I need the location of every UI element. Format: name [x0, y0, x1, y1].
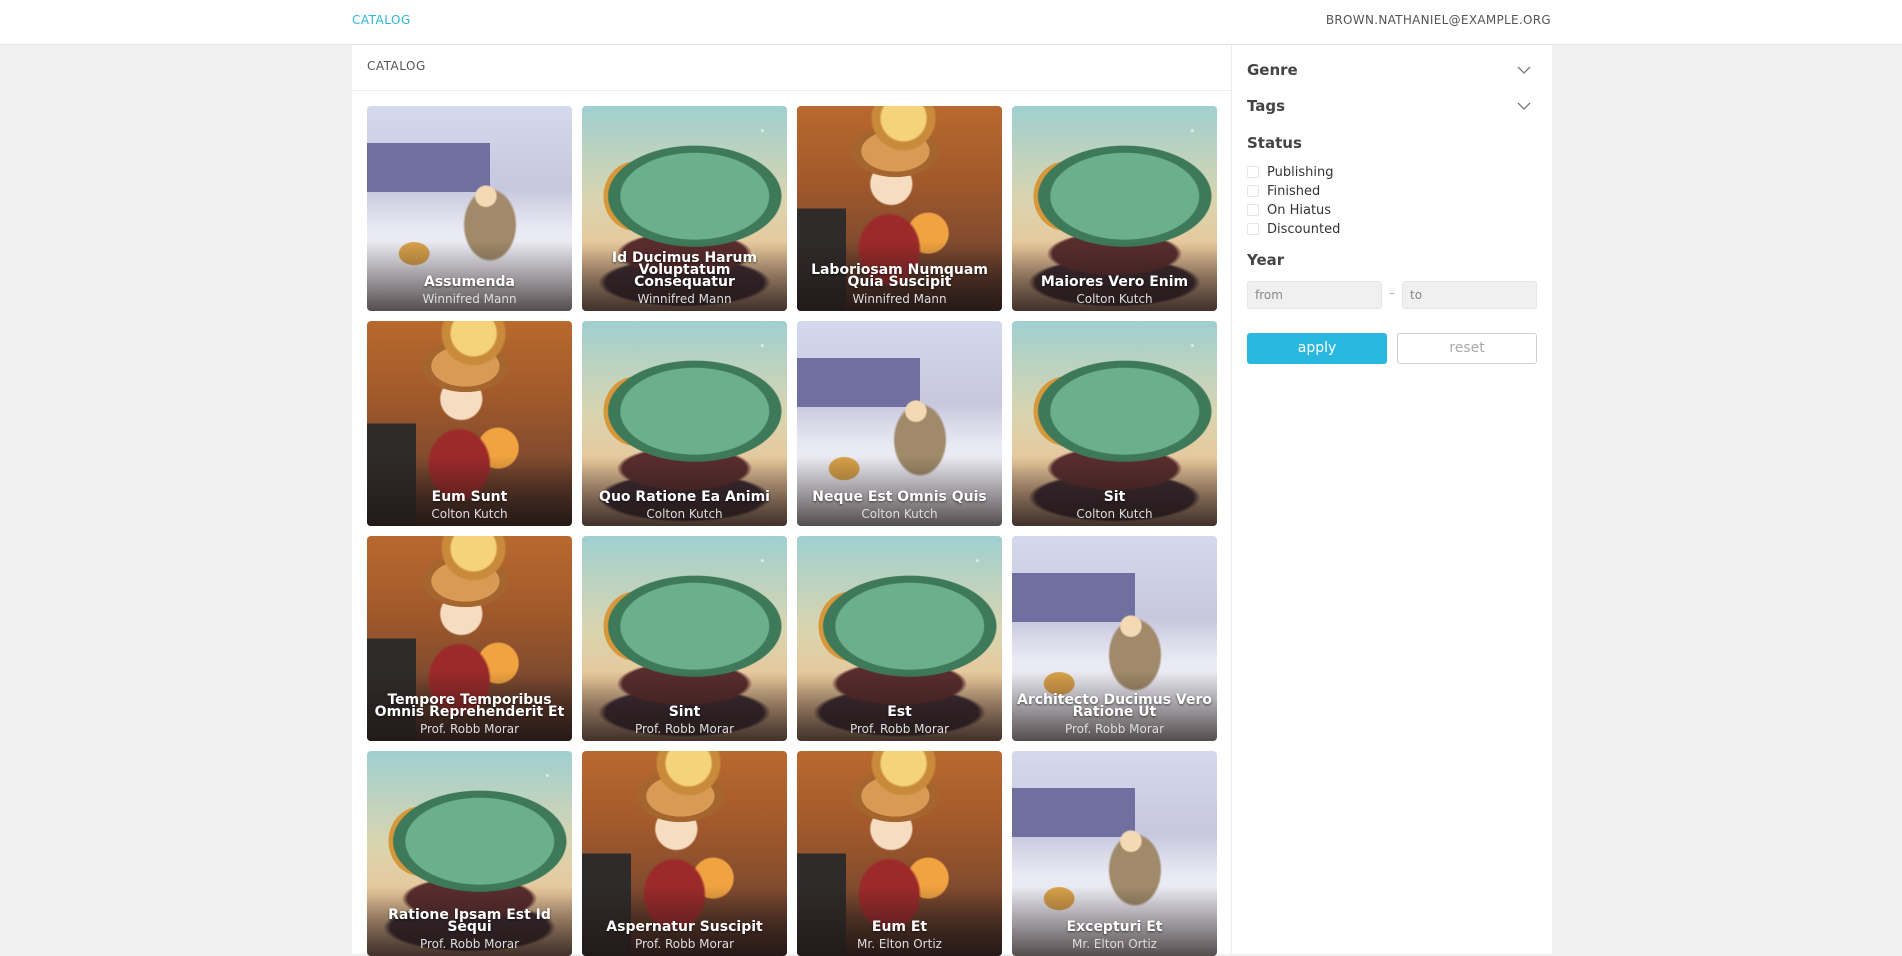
top-navbar: CATALOG BROWN.NATHANIEL@EXAMPLE.ORG — [0, 0, 1902, 45]
card-author: Mr. Elton Ortiz — [1072, 937, 1157, 951]
tags-filter-label: Tags — [1247, 97, 1286, 115]
card-author: Prof. Robb Morar — [1064, 722, 1165, 736]
catalog-card[interactable]: Neque Est Omnis Quis Colton Kutch — [797, 321, 1002, 526]
card-author: Colton Kutch — [1076, 292, 1153, 306]
genre-filter-label: Genre — [1247, 61, 1298, 79]
card-author: Prof. Robb Morar — [634, 937, 735, 951]
status-filter-title: Status — [1247, 134, 1302, 152]
card-title: Excepturi Et — [1066, 919, 1163, 935]
status-option-label: Discounted — [1267, 221, 1341, 237]
card-author: Winnifred Mann — [422, 292, 517, 306]
card-title: Eum Et — [871, 919, 928, 935]
year-filter-title: Year — [1247, 251, 1285, 269]
catalog-card[interactable]: Ratione Ipsam Est Id Sequi Prof. Robb Mor… — [367, 751, 572, 956]
card-author: Colton Kutch — [646, 507, 723, 521]
checkbox[interactable] — [1247, 204, 1259, 216]
card-title: Id Ducimus Harum Voluptatum Consequatur — [611, 250, 758, 290]
card-author: Colton Kutch — [1076, 507, 1153, 521]
card-title: Architecto Ducimus Vero Ratione Ut — [1016, 692, 1212, 720]
card-author: Winnifred Mann — [637, 292, 732, 306]
catalog-card[interactable]: Maiores Vero Enim Colton Kutch — [1012, 106, 1217, 311]
card-author: Prof. Robb Morar — [634, 722, 735, 736]
year-to-input[interactable] — [1402, 281, 1537, 309]
card-author: Colton Kutch — [861, 507, 938, 521]
catalog-card[interactable]: Architecto Ducimus Vero Ratione Ut Prof. … — [1012, 536, 1217, 741]
genre-filter-toggle[interactable]: Genre — [1247, 61, 1537, 81]
card-author: Mr. Elton Ortiz — [857, 937, 942, 951]
status-option-label: Finished — [1267, 183, 1321, 199]
checkbox[interactable] — [1247, 166, 1259, 178]
status-option-label: On Hiatus — [1267, 202, 1332, 218]
reset-button[interactable]: reset — [1397, 333, 1537, 364]
card-title: Assumenda — [424, 274, 515, 290]
card-author: Prof. Robb Morar — [419, 722, 520, 736]
card-title: Sit — [1103, 489, 1126, 505]
status-option-label: Publishing — [1267, 164, 1334, 180]
year-range-dash: – — [1389, 286, 1395, 300]
status-option-finished[interactable]: Finished — [1247, 183, 1320, 199]
filter-sidebar: Genre Tags Status Publishing Finished On… — [1232, 45, 1552, 954]
card-title: Sint — [668, 704, 701, 720]
catalog-card[interactable]: Tempore Temporibus Omnis Reprehenderit E… — [367, 536, 572, 741]
apply-button[interactable]: apply — [1247, 333, 1387, 364]
checkbox[interactable] — [1247, 185, 1259, 197]
card-author: Colton Kutch — [431, 507, 508, 521]
status-option-publishing[interactable]: Publishing — [1247, 164, 1333, 180]
status-option-on-hiatus[interactable]: On Hiatus — [1247, 202, 1331, 218]
card-title: Quo Ratione Ea Animi — [599, 489, 770, 505]
card-title: Laboriosam Numquam Quia Suscipit — [811, 262, 988, 290]
catalog-card[interactable]: Quo Ratione Ea Animi Colton Kutch — [582, 321, 787, 526]
catalog-card[interactable]: Assumenda Winnifred Mann — [367, 106, 572, 311]
card-title: Neque Est Omnis Quis — [812, 489, 987, 505]
catalog-card[interactable]: Aspernatur Suscipit Prof. Robb Morar — [582, 751, 787, 956]
catalog-heading: CATALOG — [352, 45, 1231, 91]
card-author: Prof. Robb Morar — [419, 937, 520, 951]
card-author: Winnifred Mann — [852, 292, 947, 306]
card-title: Maiores Vero Enim — [1040, 274, 1189, 290]
catalog-card[interactable]: Excepturi Et Mr. Elton Ortiz — [1012, 751, 1217, 956]
card-title: Tempore Temporibus Omnis Reprehenderit E… — [374, 692, 565, 720]
catalog-panel: CATALOG Assumenda Winnifred Mann Id Ducimu… — [352, 45, 1232, 956]
card-title: Aspernatur Suscipit — [606, 919, 763, 935]
chevron-down-icon — [1517, 66, 1531, 74]
catalog-card[interactable]: Sit Colton Kutch — [1012, 321, 1217, 526]
user-email[interactable]: BROWN.NATHANIEL@EXAMPLE.ORG — [1326, 13, 1551, 27]
catalog-card[interactable]: Sint Prof. Robb Morar — [582, 536, 787, 741]
status-option-discounted[interactable]: Discounted — [1247, 221, 1340, 237]
catalog-card[interactable]: Id Ducimus Harum Voluptatum Consequatur W… — [582, 106, 787, 311]
catalog-card[interactable]: Eum Sunt Colton Kutch — [367, 321, 572, 526]
card-title: Ratione Ipsam Est Id Sequi — [388, 907, 551, 935]
catalog-card[interactable]: Laboriosam Numquam Quia Suscipit Winnifre… — [797, 106, 1002, 311]
checkbox[interactable] — [1247, 223, 1259, 235]
chevron-down-icon — [1517, 102, 1531, 110]
catalog-nav-link[interactable]: CATALOG — [352, 13, 411, 27]
card-title: Est — [887, 704, 912, 720]
card-title: Eum Sunt — [431, 489, 508, 505]
catalog-card[interactable]: Eum Et Mr. Elton Ortiz — [797, 751, 1002, 956]
catalog-grid: Assumenda Winnifred Mann Id Ducimus Harum … — [367, 106, 1217, 956]
card-author: Prof. Robb Morar — [849, 722, 950, 736]
year-from-input[interactable] — [1247, 281, 1382, 309]
catalog-card[interactable]: Est Prof. Robb Morar — [797, 536, 1002, 741]
tags-filter-toggle[interactable]: Tags — [1247, 97, 1537, 117]
